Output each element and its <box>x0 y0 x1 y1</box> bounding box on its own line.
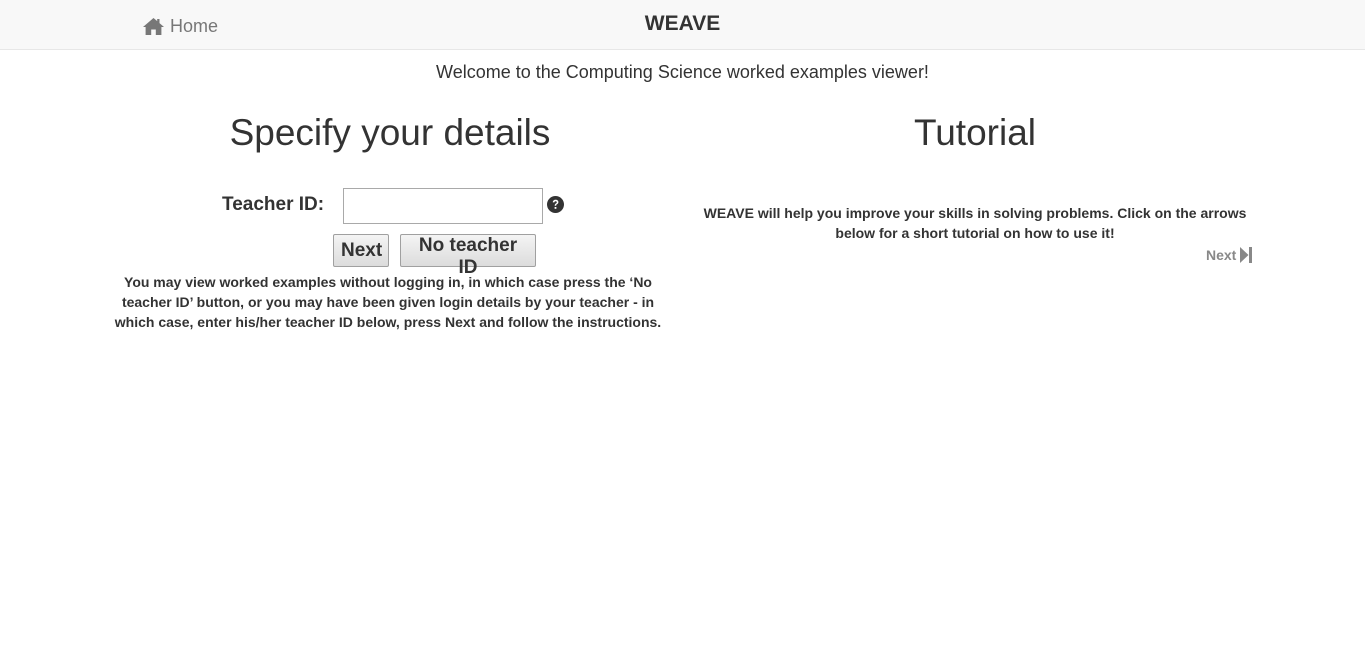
teacher-id-input[interactable] <box>343 188 543 224</box>
tutorial-next-link[interactable]: Next <box>1206 246 1253 264</box>
login-instructions: You may view worked examples without log… <box>114 274 662 330</box>
top-navbar: Home WEAVE <box>0 0 1365 50</box>
tutorial-description: WEAVE will help you improve your skills … <box>703 205 1247 241</box>
home-label: Home <box>170 15 219 36</box>
welcome-message: Welcome to the Computing Science worked … <box>436 62 929 82</box>
home-icon <box>143 17 164 35</box>
next-button[interactable]: Next <box>333 234 389 267</box>
tutorial-next-label: Next <box>1206 247 1237 263</box>
brand-title[interactable]: WEAVE <box>645 12 720 35</box>
details-heading: Specify your details <box>229 112 551 153</box>
home-link[interactable]: Home <box>143 14 218 38</box>
no-teacher-id-button[interactable]: No teacher ID <box>400 234 536 278</box>
teacher-id-label: Teacher ID: <box>222 194 325 215</box>
step-forward-icon <box>1240 247 1253 263</box>
question-circle-icon[interactable] <box>547 196 564 213</box>
tutorial-heading: Tutorial <box>913 112 1036 153</box>
